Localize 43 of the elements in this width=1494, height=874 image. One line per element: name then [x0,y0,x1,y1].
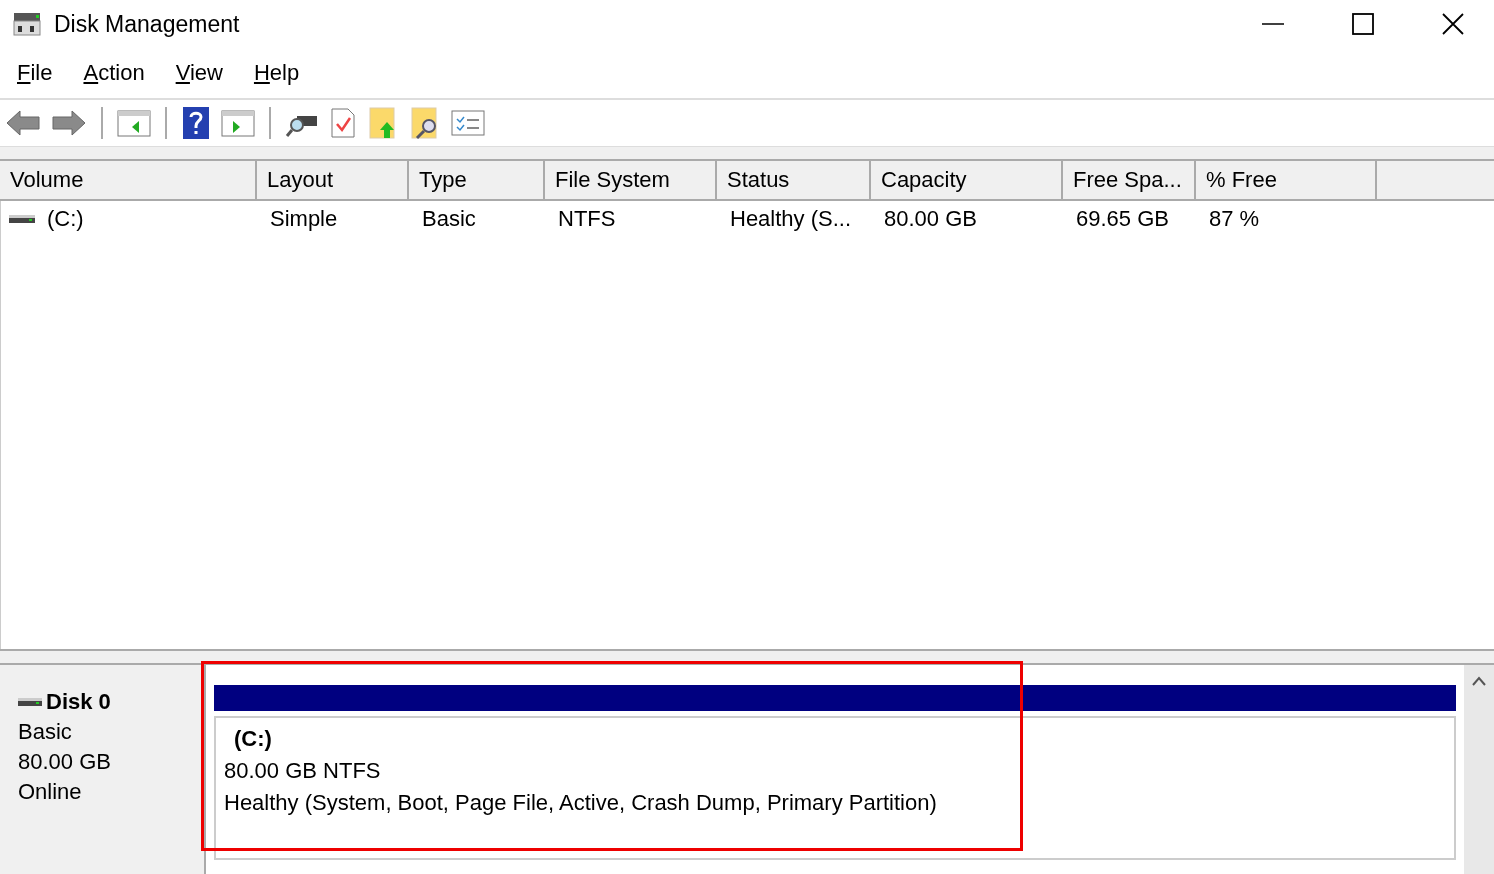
panel-left-icon[interactable] [117,108,151,138]
column-header[interactable]: Capacity [871,161,1063,199]
menu-item[interactable]: Action [83,60,145,86]
menu-item[interactable]: File [17,60,53,86]
partition-size: 80.00 GB NTFS [224,758,382,784]
menu-item[interactable]: View [175,60,223,86]
partition-block[interactable]: (C:) 80.00 GB NTFS Healthy (System, Boot, Page File, Active, Crash Dump, Primary Partition) [214,716,1456,860]
window-title: Disk Management [54,10,240,38]
maximize-icon[interactable] [1352,13,1374,35]
scroll-up-icon[interactable] [1471,675,1487,687]
table-cell: (C:) [47,206,84,232]
partition-name: (C:) [233,726,273,752]
disk-drive-icon [12,11,42,37]
disk-type: Basic [18,719,73,745]
disk-name: Disk 0 [46,689,111,715]
column-header[interactable]: Volume [0,161,257,199]
table-cell: Healthy (S... [730,206,852,232]
disk-size: 80.00 GB [18,749,112,775]
table-cell: 69.65 GB [1076,206,1169,232]
drive-icon [9,213,35,225]
forward-arrow-icon[interactable] [51,108,87,138]
checked-document-icon[interactable] [329,107,357,139]
help-icon[interactable] [181,106,211,140]
column-header[interactable]: % Free [1196,161,1377,199]
drive-icon [18,697,42,707]
table-cell: NTFS [558,206,616,232]
partition-status: Healthy (System, Boot, Page File, Active, Crash Dump, Primary Partition) [224,790,938,816]
panel-right-icon[interactable] [221,108,255,138]
column-header[interactable]: File System [545,161,717,199]
checklist-icon[interactable] [451,108,485,138]
column-header[interactable]: Status [717,161,871,199]
table-cell: Basic [422,206,476,232]
disk-state: Online [18,779,83,805]
table-cell: Simple [270,206,338,232]
table-cell: 87 % [1209,206,1260,232]
back-arrow-icon[interactable] [5,108,41,138]
column-header[interactable]: Layout [257,161,409,199]
column-header[interactable]: Type [409,161,545,199]
scrollbar[interactable] [1464,665,1494,874]
table-cell: 80.00 GB [884,206,977,232]
menu-item[interactable]: Help [253,60,300,86]
close-icon[interactable] [1442,13,1464,35]
column-header[interactable]: Free Spa... [1063,161,1196,199]
